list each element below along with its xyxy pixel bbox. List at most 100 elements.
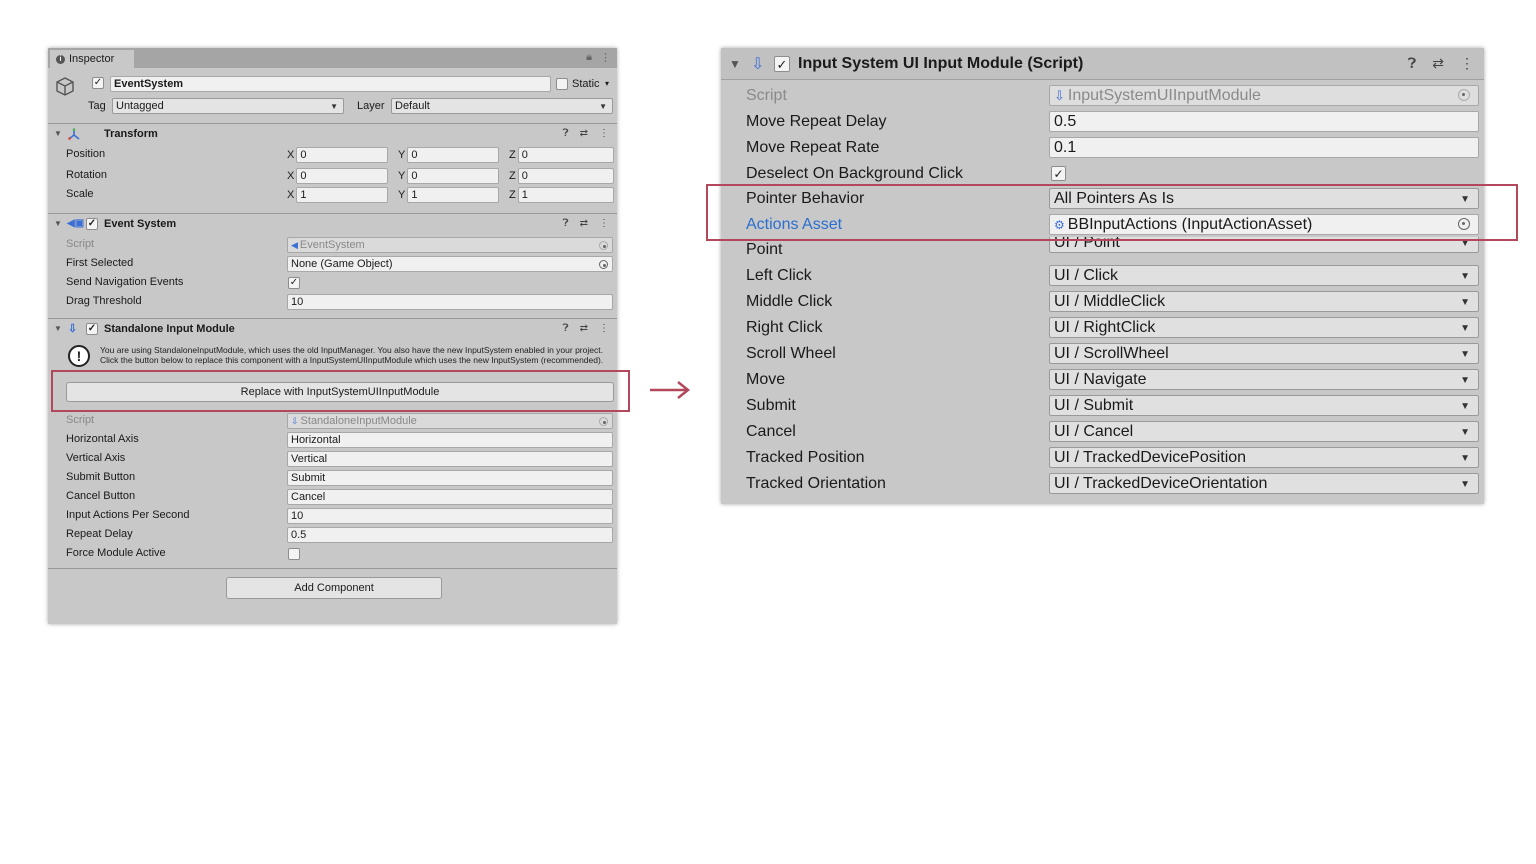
position-y-field[interactable]: 0 <box>407 147 500 163</box>
chevron-down-icon: ▼ <box>1460 323 1470 334</box>
submit-button-field[interactable]: Submit <box>287 470 613 486</box>
preset-icon[interactable]: ⇄ <box>1432 55 1444 72</box>
warning-icon: ! <box>68 345 90 367</box>
vertical-axis-field[interactable]: Vertical <box>287 451 613 467</box>
horizontal-axis-field[interactable]: Horizontal <box>287 432 613 448</box>
kebab-menu-icon[interactable]: ⋮ <box>599 323 609 334</box>
static-checkbox[interactable] <box>556 78 568 90</box>
move-repeat-rate-field[interactable]: 0.1 <box>1049 137 1479 158</box>
kebab-menu-icon[interactable]: ⋮ <box>600 51 611 64</box>
lock-icon[interactable]: 🔒︎ <box>586 51 592 64</box>
position-z-field[interactable]: 0 <box>517 147 614 163</box>
chevron-down-icon: ▼ <box>1460 375 1470 386</box>
axis-z-label[interactable]: Z <box>509 149 516 161</box>
standalone-module-header[interactable]: ▼ ⇩ ✓ Standalone Input Module ❓︎ ⇄ ⋮ <box>48 318 617 338</box>
transform-header[interactable]: ▼ Transform ❓︎ ⇄ ⋮ <box>48 123 617 143</box>
scale-x-field[interactable]: 1 <box>296 187 389 203</box>
info-icon: i <box>56 54 65 64</box>
foldout-icon[interactable]: ▼ <box>54 219 62 228</box>
rotation-y-field[interactable]: 0 <box>407 168 500 184</box>
vertical-axis-row: Vertical Axis Vertical <box>48 450 617 469</box>
axis-y-label[interactable]: Y <box>398 170 405 182</box>
send-navigation-row: Send Navigation Events ✓ <box>48 274 617 293</box>
left-click-dropdown[interactable]: UI / Click ▼ <box>1049 265 1479 286</box>
submit-button-row: Submit Button Submit <box>48 469 617 488</box>
foldout-icon[interactable]: ▼ <box>54 129 62 138</box>
scroll-wheel-dropdown[interactable]: UI / ScrollWheel ▼ <box>1049 343 1479 364</box>
preset-icon[interactable]: ⇄ <box>580 323 588 334</box>
preset-icon[interactable]: ⇄ <box>580 128 588 139</box>
cancel-button-field[interactable]: Cancel <box>287 489 613 505</box>
axis-x-label[interactable]: X <box>287 189 294 201</box>
scale-z-value: 1 <box>521 189 528 201</box>
foldout-icon[interactable]: ▼ <box>729 57 741 71</box>
kebab-menu-icon[interactable]: ⋮ <box>599 128 609 139</box>
tracked-orientation-dropdown[interactable]: UI / TrackedDeviceOrientation ▼ <box>1049 473 1479 494</box>
help-icon[interactable]: ❓︎ <box>563 323 569 334</box>
first-selected-field[interactable]: None (Game Object) <box>287 256 613 272</box>
repeat-delay-row: Repeat Delay 0.5 <box>48 526 617 545</box>
send-navigation-checkbox[interactable]: ✓ <box>288 277 300 289</box>
inspector-tab[interactable]: i Inspector <box>50 50 134 68</box>
layer-dropdown[interactable]: Default ▼ <box>391 98 613 114</box>
axis-x-label[interactable]: X <box>287 170 294 182</box>
rotation-x-field[interactable]: 0 <box>296 168 389 184</box>
help-icon[interactable]: ❓︎ <box>1408 55 1416 72</box>
transform-icon <box>68 128 80 140</box>
event-system-header[interactable]: ▼ ◀▣ ✓ Event System ❓︎ ⇄ ⋮ <box>48 213 617 233</box>
script-label: Script <box>746 87 787 104</box>
force-module-active-checkbox[interactable] <box>288 548 300 560</box>
axis-y-label[interactable]: Y <box>398 189 405 201</box>
drag-threshold-field[interactable]: 10 <box>287 294 613 310</box>
chevron-down-icon: ▼ <box>1460 401 1470 412</box>
active-checkbox[interactable]: ✓ <box>92 77 104 89</box>
axis-x-label[interactable]: X <box>287 149 294 161</box>
scale-y-field[interactable]: 1 <box>407 187 500 203</box>
middle-click-dropdown[interactable]: UI / MiddleClick ▼ <box>1049 291 1479 312</box>
submit-dropdown[interactable]: UI / Submit ▼ <box>1049 395 1479 416</box>
event-system-enabled-checkbox[interactable]: ✓ <box>86 217 98 230</box>
binding-row: Tracked Position UI / TrackedDevicePosit… <box>721 445 1484 471</box>
foldout-icon[interactable]: ▼ <box>54 324 62 333</box>
repeat-delay-field[interactable]: 0.5 <box>287 527 613 543</box>
scale-y-value: 1 <box>411 189 418 201</box>
left-click-value: UI / Click <box>1054 266 1118 284</box>
kebab-menu-icon[interactable]: ⋮ <box>1460 55 1474 72</box>
axis-z-label[interactable]: Z <box>509 170 516 182</box>
static-dropdown-icon[interactable]: ▾ <box>605 79 609 88</box>
add-component-button[interactable]: Add Component <box>226 577 442 599</box>
horizontal-axis-row: Horizontal Axis Horizontal <box>48 431 617 450</box>
move-repeat-delay-field[interactable]: 0.5 <box>1049 111 1479 132</box>
module-enabled-checkbox[interactable]: ✓ <box>774 56 790 72</box>
highlight-box <box>51 370 630 412</box>
scale-z-field[interactable]: 1 <box>517 187 614 203</box>
preset-icon[interactable]: ⇄ <box>580 218 588 229</box>
binding-row: Scroll Wheel UI / ScrollWheel ▼ <box>721 341 1484 367</box>
move-repeat-delay-value: 0.5 <box>1054 112 1077 130</box>
script-icon: ⇩ <box>1054 87 1065 103</box>
cancel-value: UI / Cancel <box>1054 422 1134 440</box>
help-icon[interactable]: ❓︎ <box>563 128 569 139</box>
position-x-field[interactable]: 0 <box>296 147 389 163</box>
submit-value: UI / Submit <box>1054 396 1134 414</box>
kebab-menu-icon[interactable]: ⋮ <box>599 218 609 229</box>
standalone-enabled-checkbox[interactable]: ✓ <box>86 322 98 335</box>
chevron-down-icon: ▼ <box>1460 297 1470 308</box>
help-icon[interactable]: ❓︎ <box>563 218 569 229</box>
target-icon[interactable] <box>599 260 608 269</box>
gameobject-name-field[interactable]: EventSystem <box>110 76 551 92</box>
input-actions-per-second-field[interactable]: 10 <box>287 508 613 524</box>
position-z-value: 0 <box>521 149 528 161</box>
axis-z-label[interactable]: Z <box>509 189 516 201</box>
divider <box>48 568 617 569</box>
deselect-background-checkbox[interactable]: ✓ <box>1051 166 1066 181</box>
rotation-z-field[interactable]: 0 <box>517 168 614 184</box>
tag-dropdown[interactable]: Untagged ▼ <box>112 98 344 114</box>
tracked-position-dropdown[interactable]: UI / TrackedDevicePosition ▼ <box>1049 447 1479 468</box>
right-click-dropdown[interactable]: UI / RightClick ▼ <box>1049 317 1479 338</box>
axis-y-label[interactable]: Y <box>398 149 405 161</box>
module-header[interactable]: ▼ ⇩ ✓ Input System UI Input Module (Scri… <box>721 48 1484 80</box>
cancel-dropdown[interactable]: UI / Cancel ▼ <box>1049 421 1479 442</box>
move-dropdown[interactable]: UI / Navigate ▼ <box>1049 369 1479 390</box>
cancel-label: Cancel <box>746 423 796 440</box>
